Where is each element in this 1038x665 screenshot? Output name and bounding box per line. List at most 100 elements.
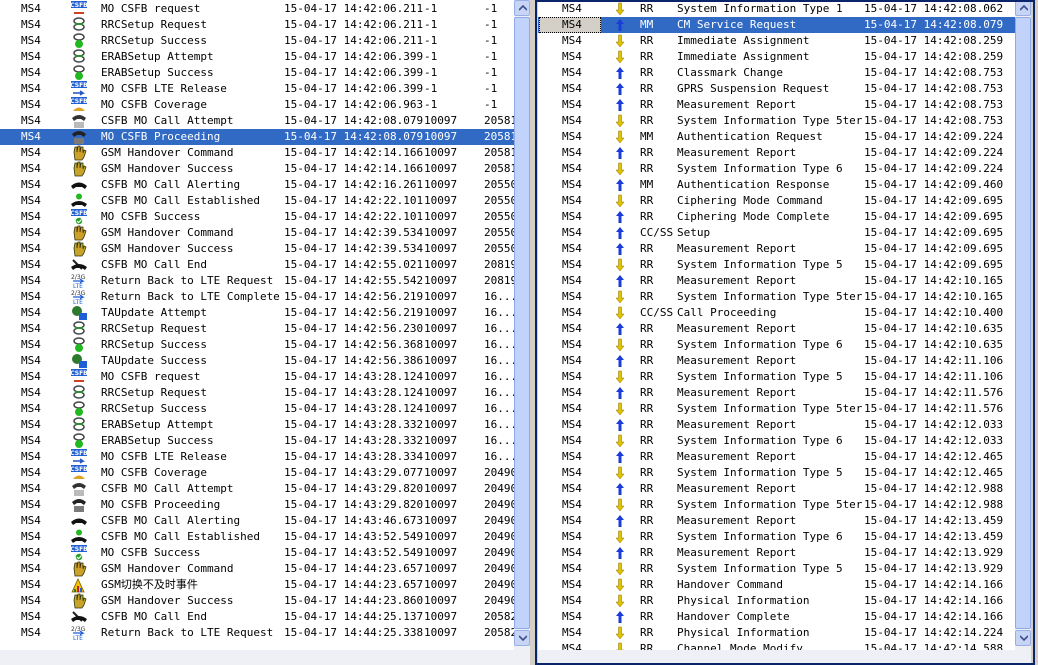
message-row[interactable]: MS4 RR Handover Command 15-04-17 14:42:14.1… [538,577,1015,593]
message-row[interactable]: MS4 CC/SS Setup 15-04-17 14:42:09.695 [538,225,1015,241]
message-row[interactable]: MS4 RR Handover Complete 15-04-17 14:42:14.… [538,609,1015,625]
message-row[interactable]: MS4 MM Authentication Response 15-04-17 14:… [538,177,1015,193]
event-row[interactable]: MS4 ERABSetup Success 15-04-17 14:42:06.39… [0,65,514,81]
message-row[interactable]: MS4 MM Authentication Request 15-04-17 14:4… [538,129,1015,145]
message-row[interactable]: MS4 RR System Information Type 6 15-04-17 1… [538,337,1015,353]
event-row[interactable]: MS4 CSFB MO Call End 15-04-17 14:44:25.137… [0,609,514,625]
event-row[interactable]: MS4 RRCSetup Request 15-04-17 14:43:28.124… [0,385,514,401]
pane-splitter[interactable] [530,0,538,665]
event-row[interactable]: MS4 CSFB MO Call Established 15-04-17 14:4… [0,193,514,209]
message-row[interactable]: MS4 RR Classmark Change 15-04-17 14:42:08.7… [538,65,1015,81]
event-row[interactable]: MS4 MO CSFB Proceeding 15-04-17 14:42:08.0… [0,129,514,145]
message-row[interactable]: MS4 RR System Information Type 6 15-04-17 1… [538,161,1015,177]
scroll-thumb[interactable] [1015,17,1031,629]
message-row[interactable]: MS4 RR Measurement Report 15-04-17 14:42:11… [538,385,1015,401]
value-b-cell: 20819 [484,258,514,271]
scroll-up-button[interactable] [514,0,530,16]
message-row[interactable]: MS4 CC/SS Call Proceeding 15-04-17 14:42:10… [538,305,1015,321]
message-row[interactable]: MS4 RR System Information Type 5 15-04-17 1… [538,465,1015,481]
event-row[interactable]: MS4 CSFB MO Call End 15-04-17 14:42:55.021… [0,257,514,273]
message-row[interactable]: MS4 RR System Information Type 5 15-04-17 1… [538,561,1015,577]
message-row[interactable]: MS4 RR System Information Type 5ter 15-04-1… [538,497,1015,513]
event-row[interactable]: MS4 RRCSetup Request 15-04-17 14:42:56.230… [0,321,514,337]
event-row[interactable]: MS4 2/3G LTE Return Back to LTE Complete 15-… [0,289,514,305]
event-row[interactable]: MS4 CSFB MO CSFB request 15-04-17 14:42:06.… [0,1,514,17]
event-row[interactable]: MS4 TAUpdate Attempt 15-04-17 14:42:56.219… [0,305,514,321]
message-row[interactable]: MS4 RR Measurement Report 15-04-17 14:42:08… [538,97,1015,113]
event-row[interactable]: MS4 CSFB MO CSFB Success 15-04-17 14:42:22.… [0,209,514,225]
message-row[interactable]: MS4 RR Measurement Report 15-04-17 14:42:13… [538,545,1015,561]
message-row[interactable]: MS4 RR Measurement Report 15-04-17 14:42:09… [538,145,1015,161]
event-row[interactable]: MS4 CSFB MO CSFB Success 15-04-17 14:43:52.… [0,545,514,561]
message-row[interactable]: MS4 RR Measurement Report 15-04-17 14:42:10… [538,273,1015,289]
event-row[interactable]: MS4 ERABSetup Attempt 15-04-17 14:43:28.33… [0,417,514,433]
event-row[interactable]: MS4 ERABSetup Success 15-04-17 14:43:28.33… [0,433,514,449]
event-row[interactable]: MS4 GSM Handover Success 15-04-17 14:44:23… [0,593,514,609]
event-row[interactable]: MS4 CSFB MO Call Established 15-04-17 14:4… [0,529,514,545]
downlink-arrow-icon [614,593,626,609]
uplink-arrow-icon [614,417,626,433]
message-row[interactable]: MS4 RR Measurement Report 15-04-17 14:42:12… [538,481,1015,497]
ms-cell: MS4 [562,578,582,591]
scroll-down-button[interactable] [1015,630,1031,646]
message-list-vertical-scrollbar[interactable] [1015,0,1031,650]
event-row[interactable]: MS4 2/3G LTE Return Back to LTE Request 15-0… [0,625,514,641]
event-row[interactable]: MS4 GSM Handover Command 15-04-17 14:42:14… [0,145,514,161]
message-row[interactable]: MS4 RR Measurement Report 15-04-17 14:42:10… [538,321,1015,337]
event-row[interactable]: MS4 CSFB MO CSFB request 15-04-17 14:43:28.… [0,369,514,385]
message-row[interactable]: MS4 RR Measurement Report 15-04-17 14:42:13… [538,513,1015,529]
message-row[interactable]: MS4 RR GPRS Suspension Request 15-04-17 14:… [538,81,1015,97]
time-cell: 15-04-17 14:42:09.695 [864,258,1004,271]
scroll-down-button[interactable] [514,630,530,646]
message-row[interactable]: MS4 MM CM Service Request 15-04-17 14:42:08… [538,17,1015,33]
event-row[interactable]: MS4 2/3G LTE Return Back to LTE Request 15-0… [0,273,514,289]
time-cell: 15-04-17 14:43:46.673 [284,514,424,527]
event-row[interactable]: MS4 CSFB MO CSFB LTE Release 15-04-17 14:42… [0,81,514,97]
event-row[interactable]: MS4 CSFB MO CSFB Coverage 15-04-17 14:42:06… [0,97,514,113]
event-row[interactable]: MS4 CSFB MO Call Attempt 15-04-17 14:42:08… [0,113,514,129]
event-row[interactable]: MS4 GSM Handover Success 15-04-17 14:42:39… [0,241,514,257]
message-row[interactable]: MS4 RR System Information Type 5 15-04-17 1… [538,257,1015,273]
message-row[interactable]: MS4 RR System Information Type 5ter 15-04-1… [538,401,1015,417]
scroll-thumb[interactable] [514,17,530,629]
message-list-horizontal-scrollbar[interactable] [538,650,1031,665]
event-row[interactable]: MS4 CSFB MO CSFB LTE Release 15-04-17 14:43… [0,449,514,465]
message-row[interactable]: MS4 RR Ciphering Mode Complete 15-04-17 14:… [538,209,1015,225]
message-row[interactable]: MS4 RR Physical Information 15-04-17 14:42:… [538,625,1015,641]
message-row[interactable]: MS4 RR Measurement Report 15-04-17 14:42:12… [538,417,1015,433]
message-row[interactable]: MS4 RR Channel Mode Modify 15-04-17 14:42:1… [538,641,1015,650]
event-row[interactable]: MS4 RRCSetup Success 15-04-17 14:42:06.211… [0,33,514,49]
event-row[interactable]: MS4 GSM Handover Command 15-04-17 14:44:23… [0,561,514,577]
event-row[interactable]: MS4 TAUpdate Success 15-04-17 14:42:56.386… [0,353,514,369]
message-row[interactable]: MS4 RR System Information Type 5ter 15-04-1… [538,289,1015,305]
event-row[interactable]: MS4 ERABSetup Attempt 15-04-17 14:42:06.39… [0,49,514,65]
message-row[interactable]: MS4 RR Immediate Assignment 15-04-17 14:42:… [538,33,1015,49]
event-list-horizontal-scrollbar[interactable] [0,650,530,665]
event-list-vertical-scrollbar[interactable] [514,0,530,650]
message-list-pane[interactable]: MS4 RR System Information Type 1 15-04-17 1… [538,0,1015,650]
message-row[interactable]: MS4 RR System Information Type 6 15-04-17 1… [538,433,1015,449]
event-list-pane[interactable]: MS4 CSFB MO CSFB request 15-04-17 14:42:06.… [0,0,514,650]
message-row[interactable]: MS4 RR Physical Information 15-04-17 14:42:… [538,593,1015,609]
event-row[interactable]: MS4 RRCSetup Request 15-04-17 14:42:06.211… [0,17,514,33]
event-row[interactable]: MS4 GSM Handover Command 15-04-17 14:42:39… [0,225,514,241]
event-row[interactable]: MS4 RRCSetup Success 15-04-17 14:43:28.124… [0,401,514,417]
scroll-up-button[interactable] [1015,0,1031,16]
event-row[interactable]: MS4 CSFB MO CSFB Coverage 15-04-17 14:43:29… [0,465,514,481]
message-row[interactable]: MS4 RR Measurement Report 15-04-17 14:42:12… [538,449,1015,465]
event-row[interactable]: MS4 RRCSetup Success 15-04-17 14:42:56.368… [0,337,514,353]
message-row[interactable]: MS4 RR System Information Type 5 15-04-17 1… [538,369,1015,385]
event-row[interactable]: MS4 GSM切换不及时事件 15-04-17 14:44:23.657 10097 2… [0,577,514,593]
message-row[interactable]: MS4 RR Measurement Report 15-04-17 14:42:09… [538,241,1015,257]
event-row[interactable]: MS4 MO CSFB Proceeding 15-04-17 14:43:29.8… [0,497,514,513]
event-row[interactable]: MS4 CSFB MO Call Alerting 15-04-17 14:42:1… [0,177,514,193]
message-row[interactable]: MS4 RR Immediate Assignment 15-04-17 14:42:… [538,49,1015,65]
event-row[interactable]: MS4 GSM Handover Success 15-04-17 14:42:14… [0,161,514,177]
message-row[interactable]: MS4 RR System Information Type 1 15-04-17 1… [538,1,1015,17]
message-row[interactable]: MS4 RR Ciphering Mode Command 15-04-17 14:4… [538,193,1015,209]
event-row[interactable]: MS4 CSFB MO Call Attempt 15-04-17 14:43:29… [0,481,514,497]
message-row[interactable]: MS4 RR System Information Type 5ter 15-04-1… [538,113,1015,129]
event-row[interactable]: MS4 CSFB MO Call Alerting 15-04-17 14:43:4… [0,513,514,529]
message-row[interactable]: MS4 RR System Information Type 6 15-04-17 1… [538,529,1015,545]
message-row[interactable]: MS4 RR Measurement Report 15-04-17 14:42:11… [538,353,1015,369]
